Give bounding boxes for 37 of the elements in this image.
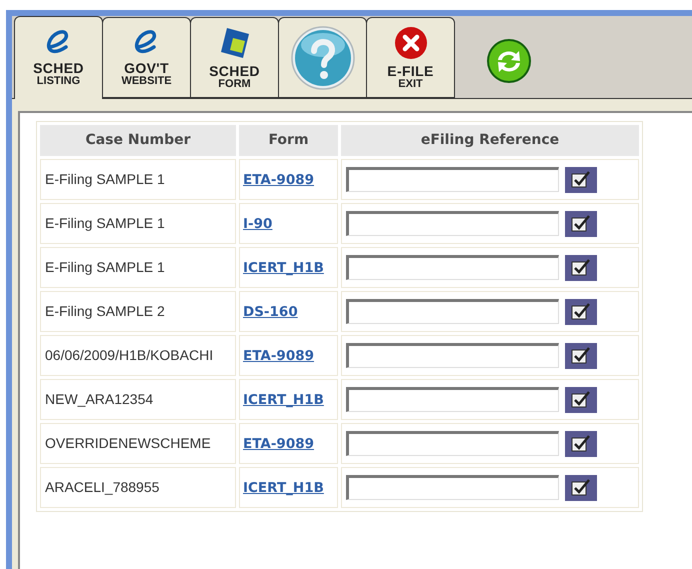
- reference-input[interactable]: [346, 475, 559, 500]
- checkbox-stamp-icon[interactable]: [565, 254, 597, 280]
- table-cell: E-Filing SAMPLE 1: [40, 247, 236, 288]
- toolbar-tab[interactable]: SCHED FORM: [190, 17, 279, 98]
- table-cell: OVERRIDENEWSCHEME: [40, 423, 236, 464]
- table-cell: NEW_ARA12354: [40, 379, 236, 420]
- checkbox-stamp-icon[interactable]: [565, 298, 597, 324]
- table-cell: E-Filing SAMPLE 2: [40, 291, 236, 332]
- reference-input[interactable]: [346, 431, 559, 456]
- toolbar-tab[interactable]: [278, 17, 367, 98]
- reference-input[interactable]: [346, 387, 559, 412]
- checkbox-stamp-icon[interactable]: [565, 166, 597, 192]
- checkbox-stamp-icon[interactable]: [565, 474, 597, 500]
- table-cell: ARACELI_788955: [40, 467, 236, 508]
- form-logo-icon: [218, 26, 250, 60]
- toolbar-tab[interactable]: GOV'T WEBSITE: [102, 17, 191, 98]
- refresh-button[interactable]: [486, 38, 532, 84]
- form-link[interactable]: I-90: [243, 216, 272, 232]
- reference-input[interactable]: [346, 343, 559, 368]
- checkbox-stamp-icon[interactable]: [565, 386, 597, 412]
- toolbar-tab[interactable]: SCHED LISTING: [14, 16, 103, 99]
- reference-input[interactable]: [346, 167, 559, 192]
- table-cell: E-Filing SAMPLE 1: [40, 159, 236, 200]
- column-header: Form: [239, 125, 338, 156]
- toolbar-tab[interactable]: E-FILE EXIT: [366, 17, 455, 98]
- help-icon: [290, 24, 356, 90]
- checkbox-stamp-icon[interactable]: [565, 342, 597, 368]
- table-cell: 06/06/2009/H1B/KOBACHI: [40, 335, 236, 376]
- column-header: Case Number: [40, 125, 236, 156]
- checkbox-stamp-icon[interactable]: [565, 430, 597, 456]
- checkbox-stamp-icon[interactable]: [565, 210, 597, 236]
- reference-input[interactable]: [346, 299, 559, 324]
- reference-input[interactable]: [346, 211, 559, 236]
- table-cell: E-Filing SAMPLE 1: [40, 203, 236, 244]
- column-header: eFiling Reference: [341, 125, 639, 156]
- reference-input[interactable]: [346, 255, 559, 280]
- close-icon: [394, 26, 428, 60]
